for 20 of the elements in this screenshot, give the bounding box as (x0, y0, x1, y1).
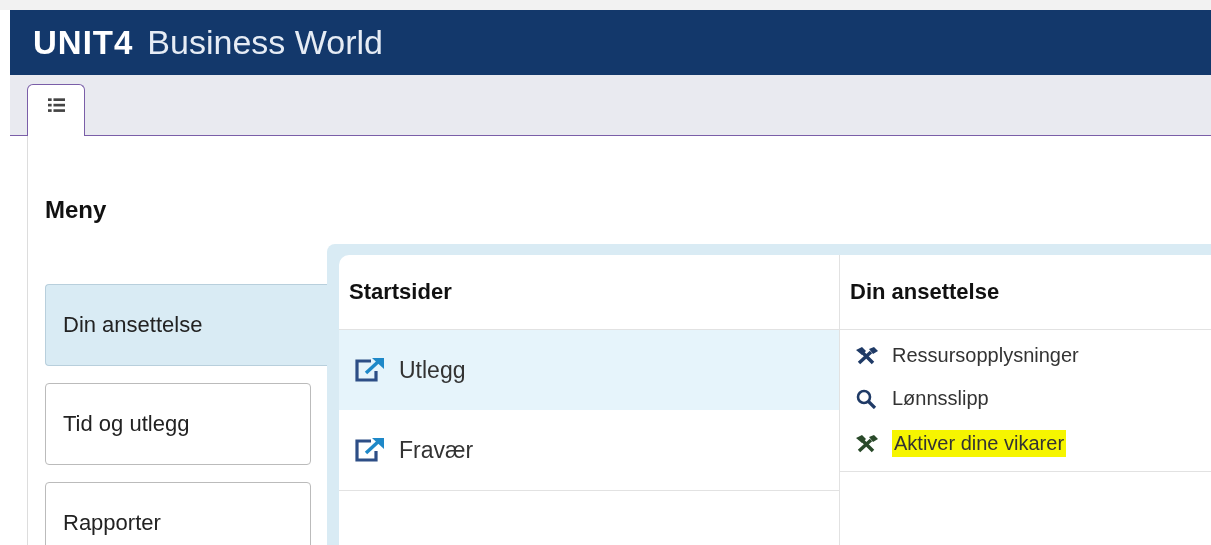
menu-item[interactable]: Din ansettelse (45, 284, 327, 366)
external-link-icon (355, 358, 385, 382)
menu-link[interactable]: Lønnsslipp (856, 387, 1211, 410)
column-title: Din ansettelse (850, 279, 1000, 305)
column-title: Startsider (349, 279, 452, 305)
brand-logo: UNIT4 (33, 23, 134, 62)
product-name: Business World (147, 23, 383, 62)
menu-link[interactable]: Ressursopplysninger (856, 344, 1211, 367)
menu-link[interactable]: Aktiver dine vikarer (856, 430, 1211, 457)
list-icon (47, 97, 65, 113)
search-icon (856, 388, 878, 409)
tools-icon (856, 346, 878, 365)
menu-item[interactable]: Tid og utlegg (45, 383, 311, 465)
menu-link[interactable]: Utlegg (339, 330, 839, 410)
tab[interactable] (27, 84, 85, 136)
menu-link[interactable]: Fravær (339, 410, 839, 490)
menu-title: Meny (45, 196, 108, 224)
menu-item[interactable]: Rapporter (45, 482, 311, 545)
tools-icon (856, 434, 878, 453)
external-link-icon (355, 438, 385, 462)
